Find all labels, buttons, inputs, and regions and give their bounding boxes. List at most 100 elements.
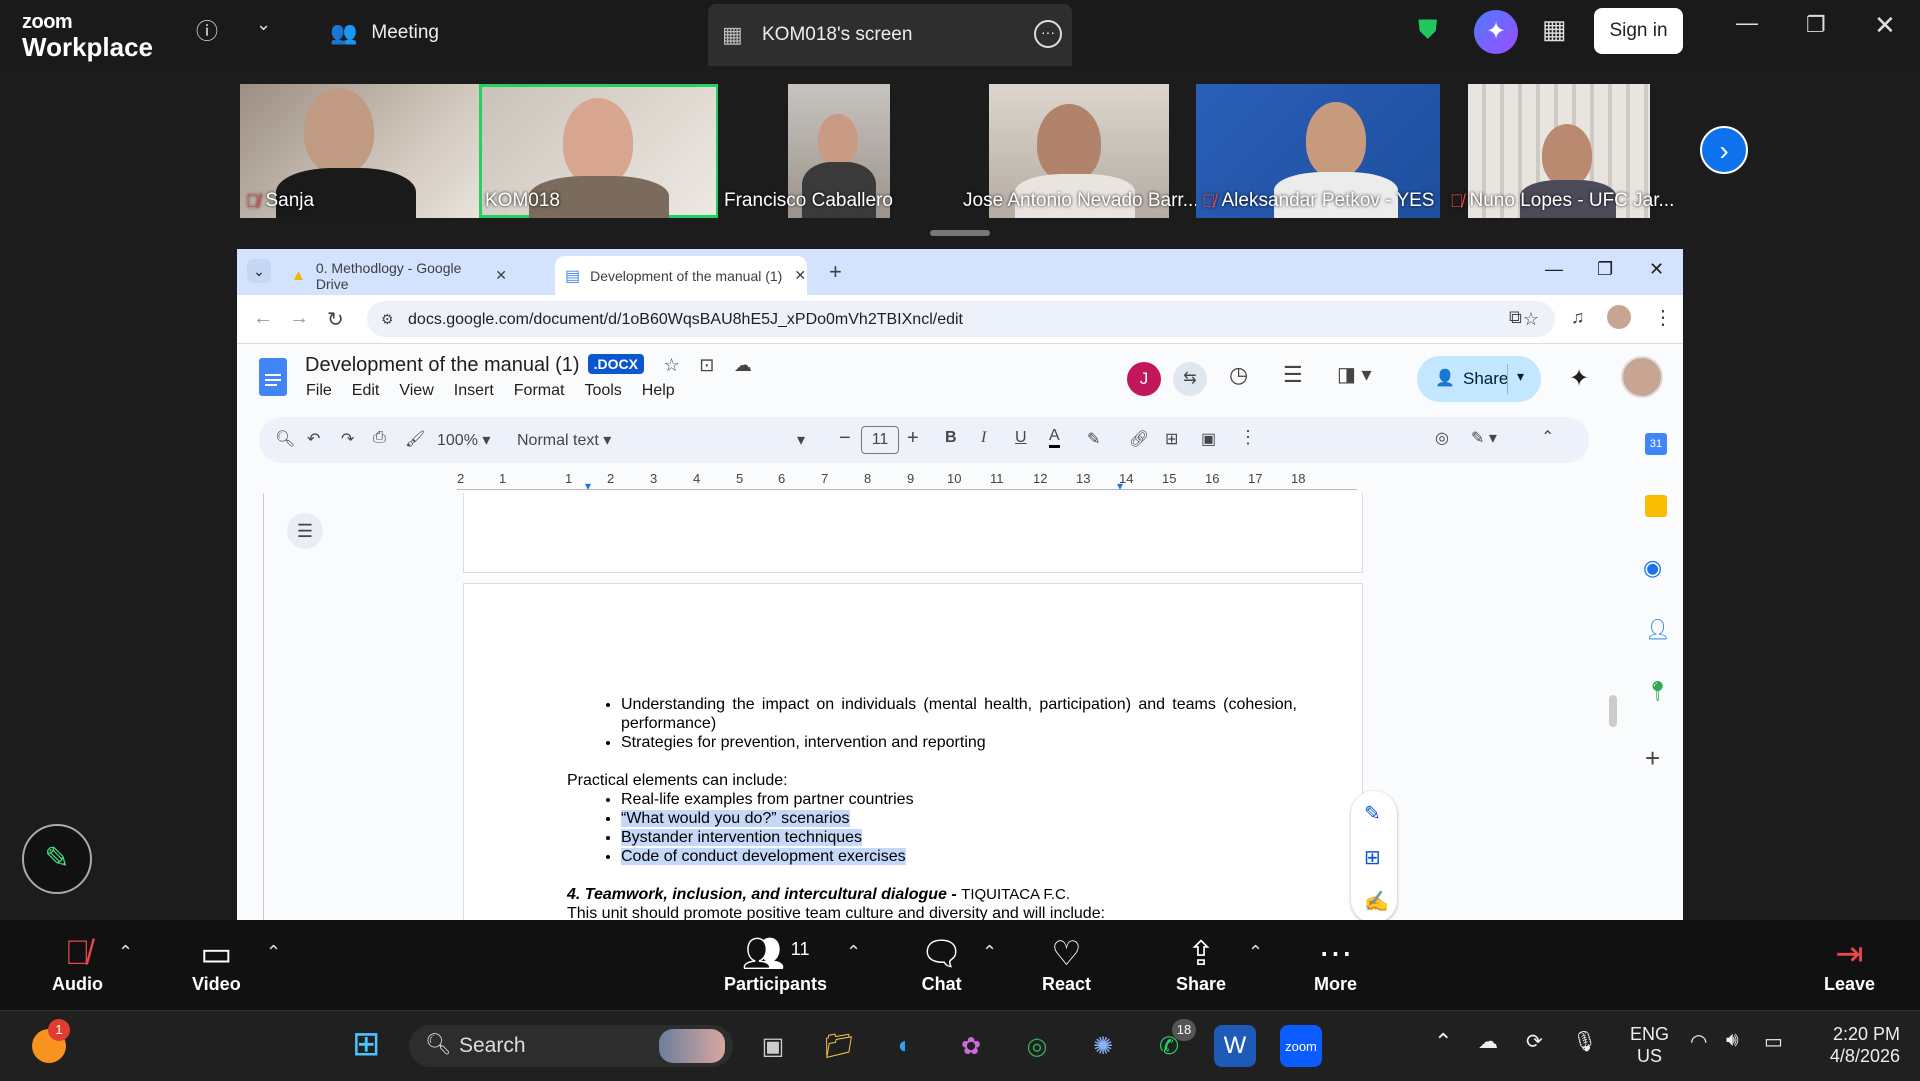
show-hidden-icons-icon[interactable]: ⌃ xyxy=(1434,1029,1452,1055)
add-comment-icon[interactable]: ⊞ xyxy=(1364,845,1381,870)
paint-format-icon[interactable]: 🖌︎ xyxy=(405,429,425,449)
close-icon[interactable]: ✕ xyxy=(1649,259,1664,280)
forward-icon[interactable]: → xyxy=(289,307,309,330)
maps-icon[interactable]: 📍︎ xyxy=(1645,679,1670,704)
video-button[interactable]: ▭ Video xyxy=(192,934,241,995)
reload-icon[interactable]: ↻ xyxy=(327,307,344,332)
document-body[interactable]: Understanding the impact on individuals … xyxy=(567,695,1347,920)
paragraph-style-select[interactable]: Normal text ▾ xyxy=(517,430,611,450)
audio-button[interactable]: 🎙̸ Audio xyxy=(52,934,103,995)
redo-icon[interactable]: ↷ xyxy=(341,429,354,449)
sync-icon[interactable]: ⟳ xyxy=(1526,1029,1543,1054)
undo-icon[interactable]: ↶ xyxy=(307,429,320,449)
wifi-icon[interactable]: ◠ xyxy=(1690,1029,1707,1054)
language-indicator[interactable]: ENG US xyxy=(1630,1023,1669,1067)
underline-icon[interactable]: U xyxy=(1015,429,1027,447)
participant-tile[interactable]: 🎙̸ Aleksandar Petkov - YES xyxy=(1196,84,1440,218)
chrome-icon[interactable]: ◎ xyxy=(1016,1025,1058,1067)
chevron-down-icon[interactable]: ⌄ xyxy=(256,14,271,35)
indent-marker-icon[interactable]: ▾ xyxy=(585,479,591,493)
gemini-icon[interactable]: ✦ xyxy=(1569,364,1589,393)
insert-image-icon[interactable]: ▣ xyxy=(1201,429,1216,449)
next-page-arrow-icon[interactable]: › xyxy=(1700,126,1748,174)
meeting-menu-button[interactable]: 👥 Meeting xyxy=(330,20,439,46)
participant-tile[interactable]: Francisco Caballero xyxy=(718,84,958,218)
present-icon[interactable]: ⇆ xyxy=(1173,362,1207,396)
suggest-edits-icon[interactable]: ✍ xyxy=(1364,889,1389,914)
star-icon[interactable]: ☆ xyxy=(664,355,680,375)
file-explorer-icon[interactable]: 📁︎ xyxy=(818,1025,860,1067)
onedrive-icon[interactable]: ☁ xyxy=(1478,1029,1498,1054)
battery-icon[interactable]: ▭ xyxy=(1764,1029,1783,1054)
italic-icon[interactable]: I xyxy=(981,429,986,447)
extensions-icon[interactable]: ⧉ xyxy=(1509,307,1522,328)
ai-edit-icon[interactable]: ◎ xyxy=(1435,428,1449,448)
search-menus-icon[interactable]: 🔍︎ xyxy=(275,429,295,449)
new-tab-icon[interactable]: + xyxy=(829,259,842,285)
info-icon[interactable]: ⓘ xyxy=(196,14,218,46)
annotate-pen-icon[interactable]: ✎ xyxy=(22,824,92,894)
contacts-icon[interactable]: 👤︎ xyxy=(1645,617,1670,642)
sign-in-button[interactable]: Sign in xyxy=(1594,8,1683,54)
menu-format[interactable]: Format xyxy=(514,382,565,400)
editing-mode-icon[interactable]: ✎ ▾ xyxy=(1471,428,1497,448)
location-mic-icon[interactable]: 🎙︎ xyxy=(1572,1029,1597,1054)
more-button[interactable]: ⋯ More xyxy=(1314,934,1357,995)
text-color-icon[interactable]: A xyxy=(1049,427,1060,448)
media-icon[interactable]: ♫ xyxy=(1571,307,1585,328)
profile-avatar[interactable] xyxy=(1607,305,1631,329)
tab-docs[interactable]: ▤ Development of the manual (1) ✕ xyxy=(555,256,807,295)
gallery-resize-handle[interactable] xyxy=(930,230,990,236)
zoom-select[interactable]: 100% ▾ xyxy=(437,430,490,450)
more-options-icon[interactable]: ··· xyxy=(1034,20,1062,48)
windows-start-icon[interactable]: ⊞ xyxy=(352,1027,381,1061)
bookmark-star-icon[interactable]: ☆ xyxy=(1523,301,1539,337)
close-tab-icon[interactable]: ✕ xyxy=(794,267,806,284)
collapse-toolbar-icon[interactable]: ⌃ xyxy=(1541,427,1554,447)
ai-write-icon[interactable]: ✎ xyxy=(1364,801,1381,826)
video-options-icon[interactable]: ⌃ xyxy=(266,942,281,963)
url-field[interactable]: ⚙ docs.google.com/document/d/1oB60WqsBAU… xyxy=(367,301,1555,337)
version-history-icon[interactable]: ◷ xyxy=(1229,362,1248,388)
copilot-icon[interactable]: ✿ xyxy=(950,1025,992,1067)
ai-companion-icon[interactable]: ✦ xyxy=(1474,10,1518,54)
print-icon[interactable]: ⎙ xyxy=(373,429,386,447)
participants-button[interactable]: 👥︎ 11 Participants xyxy=(724,934,827,995)
restore-icon[interactable]: ❐ xyxy=(1597,259,1613,280)
font-size-input[interactable]: 11 xyxy=(861,426,899,454)
collaborator-avatar[interactable]: J xyxy=(1127,362,1161,396)
participant-tile-active[interactable]: KOM018 xyxy=(479,84,719,218)
clock[interactable]: 2:20 PM 4/8/2026 xyxy=(1812,1023,1900,1067)
outline-icon[interactable]: ☰ xyxy=(287,513,323,549)
menu-edit[interactable]: Edit xyxy=(352,382,380,400)
menu-tools[interactable]: Tools xyxy=(584,382,621,400)
menu-help[interactable]: Help xyxy=(642,382,675,400)
comments-icon[interactable]: ☰ xyxy=(1283,362,1303,388)
menu-file[interactable]: File xyxy=(306,382,332,400)
account-avatar[interactable] xyxy=(1621,356,1663,398)
calendar-icon[interactable]: 31 xyxy=(1645,433,1667,455)
close-tab-icon[interactable]: ✕ xyxy=(495,267,507,284)
volume-icon[interactable]: 🔊︎ xyxy=(1726,1029,1739,1052)
menu-view[interactable]: View xyxy=(399,382,433,400)
share-button[interactable]: 👤 Share ▾ xyxy=(1417,356,1541,402)
add-addon-icon[interactable]: + xyxy=(1645,743,1660,774)
audio-options-icon[interactable]: ⌃ xyxy=(118,942,133,963)
restore-icon[interactable]: ❐ xyxy=(1806,12,1826,38)
browser-menu-icon[interactable]: ⋮ xyxy=(1653,305,1673,330)
move-folder-icon[interactable]: ⊡ xyxy=(699,355,714,375)
tasks-icon[interactable]: ◉ xyxy=(1643,555,1662,581)
participant-tile[interactable]: 🎙̸ Nuno Lopes - UFC Jar... xyxy=(1444,84,1680,218)
increase-font-icon[interactable]: + xyxy=(907,427,919,450)
decrease-font-icon[interactable]: − xyxy=(839,427,851,450)
font-select[interactable]: ▾ xyxy=(797,430,805,450)
highlight-icon[interactable]: ✎ xyxy=(1087,429,1100,449)
apps-icon[interactable]: ▦ xyxy=(1542,14,1567,45)
participants-options-icon[interactable]: ⌃ xyxy=(846,942,861,963)
word-icon[interactable]: W xyxy=(1214,1025,1256,1067)
keep-icon[interactable] xyxy=(1645,495,1667,517)
tab-google-drive[interactable]: ▲ 0. Methodlogy - Google Drive ✕ xyxy=(281,256,507,295)
minimize-icon[interactable]: — xyxy=(1736,10,1758,36)
zoom-app-icon[interactable]: zoom xyxy=(1280,1025,1322,1067)
right-indent-marker-icon[interactable]: ▾ xyxy=(1117,479,1123,493)
